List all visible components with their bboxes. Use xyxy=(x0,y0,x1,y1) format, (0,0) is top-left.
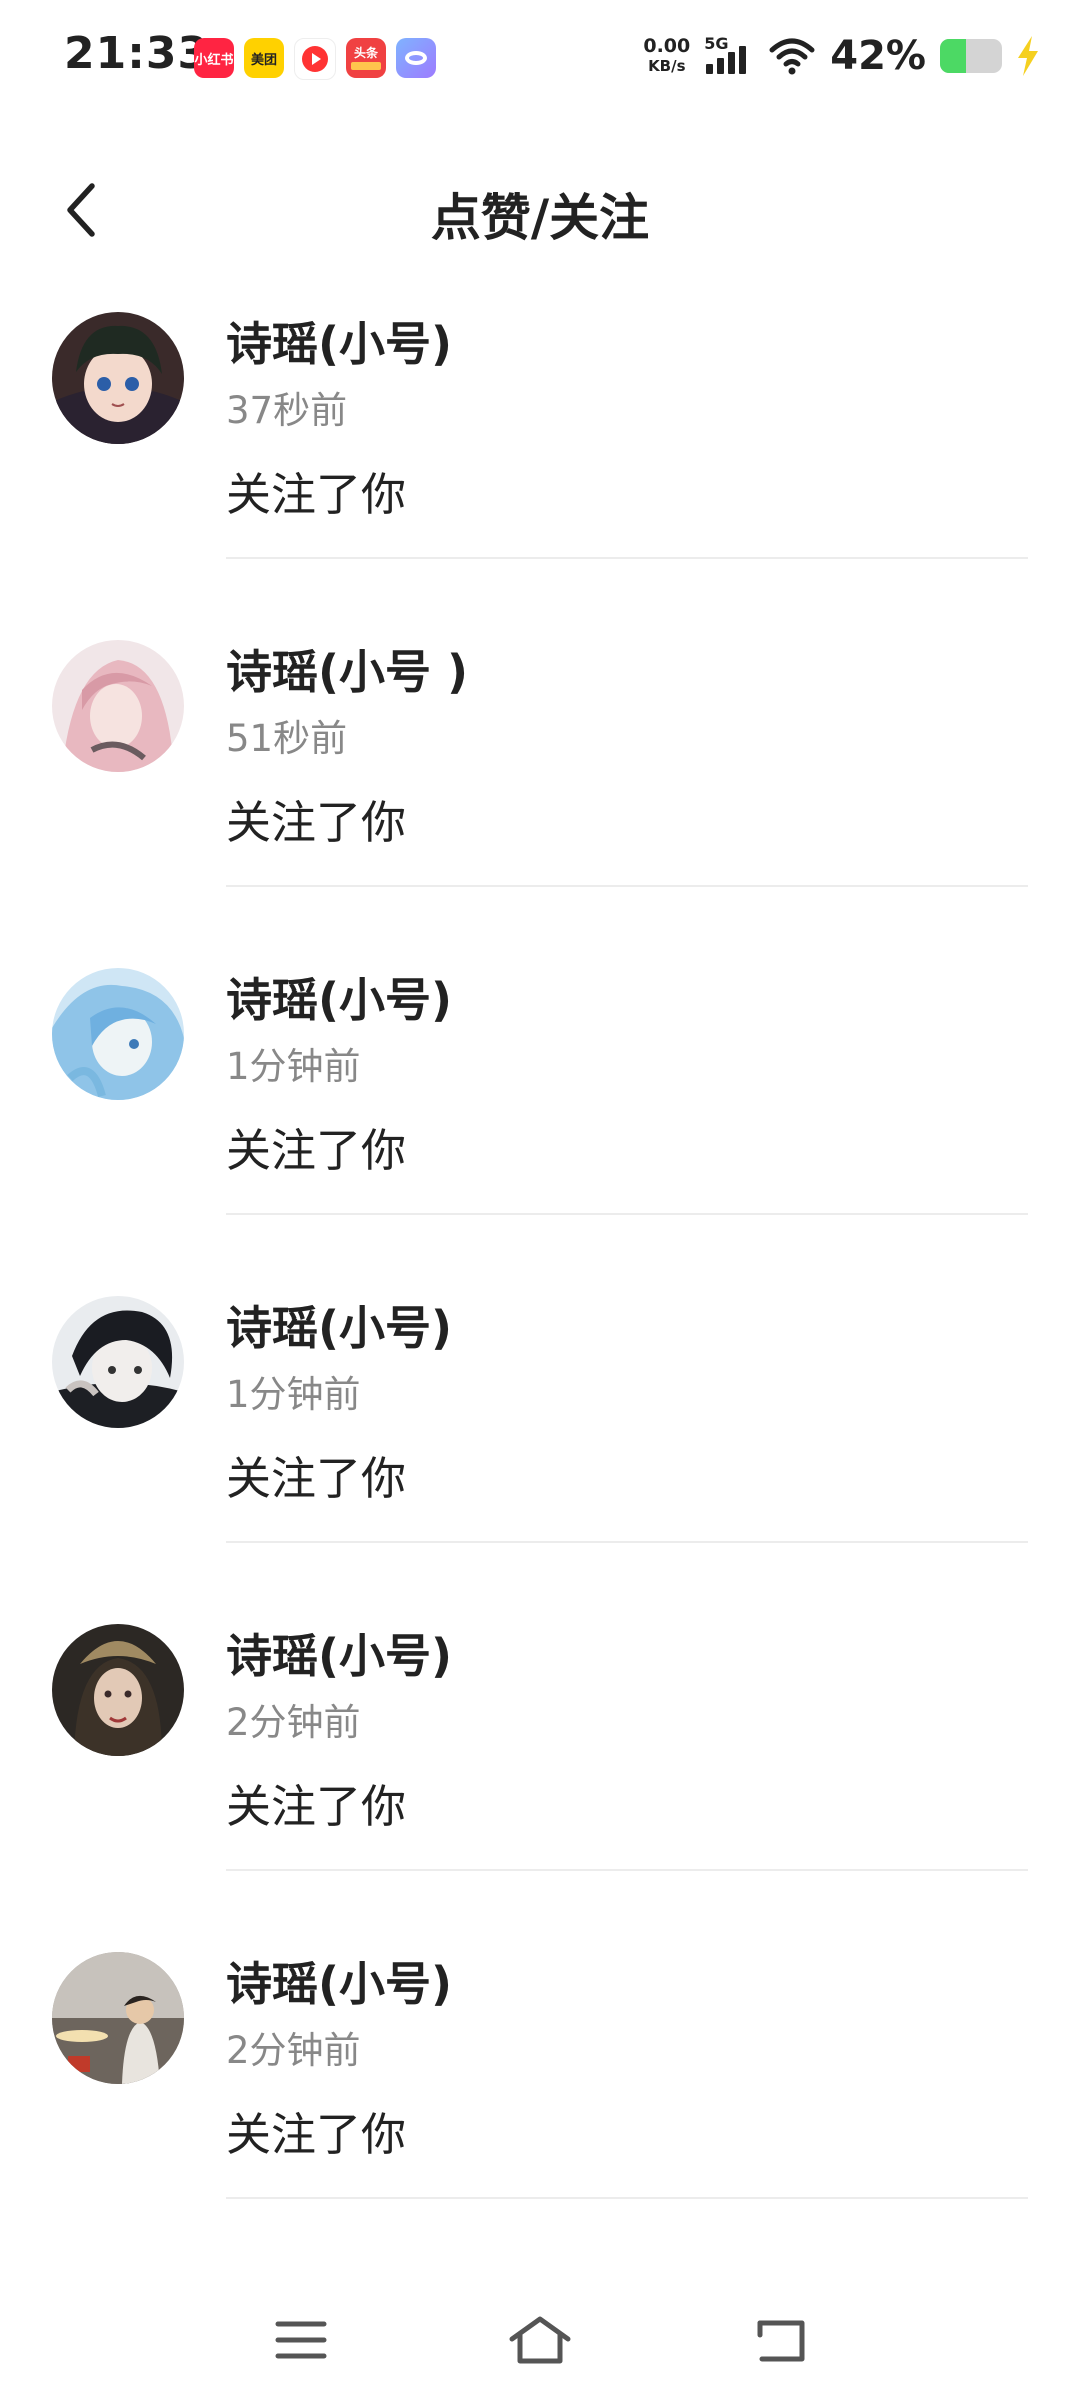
notification-app-icons: 小红书 美团 头条 xyxy=(194,38,436,80)
wifi-icon xyxy=(769,38,815,75)
notification-action: 关注了你 xyxy=(226,1452,407,1505)
divider xyxy=(226,885,1028,887)
toutiao-icon: 头条 xyxy=(346,38,386,78)
notification-action: 关注了你 xyxy=(226,2108,407,2161)
battery-icon xyxy=(940,39,1002,73)
page-title: 点赞/关注 xyxy=(430,189,650,247)
notification-time: 1分钟前 xyxy=(226,1045,361,1088)
status-time: 21:33 xyxy=(64,28,210,79)
avatar[interactable] xyxy=(52,1296,184,1428)
battery-fill xyxy=(940,39,967,73)
user-name[interactable]: 诗瑶(小号) xyxy=(226,308,452,374)
return-icon xyxy=(757,2320,805,2362)
video-play-icon xyxy=(294,38,336,80)
notification-action: 关注了你 xyxy=(226,1124,407,1177)
divider xyxy=(226,1213,1028,1215)
user-name[interactable]: 诗瑶(小号) xyxy=(226,1948,452,2014)
user-name[interactable]: 诗瑶(小号) xyxy=(226,1620,452,1686)
status-indicators: 0.00 KB/s 5G 42% xyxy=(643,30,1040,82)
divider xyxy=(226,557,1028,559)
notification-action: 关注了你 xyxy=(226,796,407,849)
list-item[interactable]: 诗瑶(小号) 1分钟前 关注了你 xyxy=(0,1282,1080,1610)
toutiao-icon-label: 头条 xyxy=(353,45,378,60)
notification-action: 关注了你 xyxy=(226,468,407,521)
menu-icon xyxy=(275,2321,327,2359)
notification-time: 51秒前 xyxy=(226,717,348,760)
list-item[interactable]: 诗瑶(小号) 2分钟前 关注了你 xyxy=(0,1610,1080,1938)
divider xyxy=(226,2197,1028,2199)
avatar[interactable] xyxy=(52,968,184,1100)
battery-percent: 42% xyxy=(830,33,926,79)
meituan-icon: 美团 xyxy=(244,38,284,78)
avatar[interactable] xyxy=(52,1952,184,2084)
user-name[interactable]: 诗瑶(小号) xyxy=(226,1292,452,1358)
home-button[interactable] xyxy=(505,2310,575,2370)
notification-time: 2分钟前 xyxy=(226,1701,361,1744)
home-icon xyxy=(509,2316,571,2364)
network-speed: 0.00 KB/s xyxy=(643,36,690,76)
network-speed-value: 0.00 xyxy=(643,35,691,57)
cellular-signal-icon: 5G xyxy=(704,34,754,78)
notification-action: 关注了你 xyxy=(226,1780,407,1833)
notification-time: 37秒前 xyxy=(226,389,348,432)
charging-bolt-icon xyxy=(1018,36,1038,76)
list-item[interactable]: 诗瑶(小号) 1分钟前 关注了你 xyxy=(0,954,1080,1282)
status-bar: 21:33 小红书 美团 头条 0.00 KB/s 5G 42% xyxy=(0,0,1080,116)
app-header: 点赞/关注 xyxy=(0,160,1080,260)
divider xyxy=(226,1541,1028,1543)
xiaohongshu-icon: 小红书 xyxy=(194,38,234,78)
list-item[interactable]: 诗瑶(小号) 2分钟前 关注了你 xyxy=(0,1938,1080,2266)
notification-time: 2分钟前 xyxy=(226,2029,361,2072)
list-item[interactable]: 诗瑶(小号 ) 51秒前 关注了你 xyxy=(0,626,1080,954)
user-name[interactable]: 诗瑶(小号) xyxy=(226,964,452,1030)
user-name[interactable]: 诗瑶(小号 ) xyxy=(226,636,468,702)
bubble-app-icon xyxy=(396,38,436,78)
avatar[interactable] xyxy=(52,1624,184,1756)
system-navigation-bar xyxy=(0,2280,1080,2400)
notification-time: 1分钟前 xyxy=(226,1373,361,1416)
avatar[interactable] xyxy=(52,312,184,444)
divider xyxy=(226,1869,1028,1871)
network-speed-unit: KB/s xyxy=(648,57,686,75)
avatar[interactable] xyxy=(52,640,184,772)
list-item[interactable]: 诗瑶(小号) 37秒前 关注了你 xyxy=(0,298,1080,626)
system-back-button[interactable] xyxy=(746,2310,816,2370)
recent-apps-button[interactable] xyxy=(266,2310,336,2370)
